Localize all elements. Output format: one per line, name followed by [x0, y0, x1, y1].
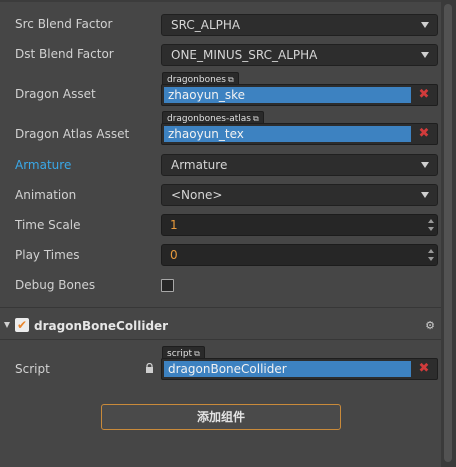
remove-icon[interactable]: ✖	[416, 360, 432, 378]
chevron-down-icon	[421, 162, 429, 168]
script-value: dragonBoneCollider	[164, 361, 411, 377]
dragon-atlas-field[interactable]: zhaoyun_tex ✖	[161, 123, 438, 145]
chevron-down-icon	[421, 52, 429, 58]
armature-label: Armature	[15, 158, 72, 172]
dragon-atlas-label: Dragon Atlas Asset	[15, 127, 130, 141]
add-component-button[interactable]: 添加组件	[101, 404, 341, 430]
animation-value: <None>	[171, 188, 223, 202]
time-scale-label: Time Scale	[15, 218, 81, 232]
lock-icon	[146, 363, 153, 373]
chevron-down-icon	[421, 22, 429, 28]
src-blend-value: SRC_ALPHA	[171, 18, 241, 32]
animation-label: Animation	[15, 188, 77, 202]
dragon-asset-label: Dragon Asset	[15, 87, 96, 101]
time-scale-input[interactable]: 1	[161, 214, 438, 236]
armature-value: Armature	[171, 158, 228, 172]
script-field[interactable]: dragonBoneCollider ✖	[161, 358, 438, 380]
section-divider	[0, 307, 441, 308]
stepper-up-icon[interactable]	[428, 219, 434, 223]
debug-bones-checkbox[interactable]	[161, 279, 174, 292]
remove-icon[interactable]: ✖	[416, 86, 432, 104]
dst-blend-label: Dst Blend Factor	[15, 47, 114, 61]
stepper-down-icon[interactable]	[428, 257, 434, 261]
dst-blend-select[interactable]: ONE_MINUS_SRC_ALPHA	[161, 44, 438, 66]
armature-select[interactable]: Armature	[161, 154, 438, 176]
dst-blend-value: ONE_MINUS_SRC_ALPHA	[171, 48, 318, 62]
script-label: Script	[15, 362, 50, 376]
component-header-divider	[0, 339, 441, 340]
src-blend-label: Src Blend Factor	[15, 17, 113, 31]
play-times-input[interactable]: 0	[161, 244, 438, 266]
dragon-atlas-value: zhaoyun_tex	[164, 126, 411, 142]
src-blend-select[interactable]: SRC_ALPHA	[161, 14, 438, 36]
play-times-value: 0	[170, 248, 178, 262]
scrollbar-thumb[interactable]	[444, 4, 452, 462]
component-enabled-checkbox[interactable]: ✔	[15, 318, 29, 332]
properties-panel: Src Blend Factor SRC_ALPHA Dst Blend Fac…	[0, 0, 441, 467]
stepper-down-icon[interactable]	[428, 227, 434, 231]
component-title: dragonBoneCollider	[34, 319, 169, 333]
play-times-stepper[interactable]	[426, 246, 436, 264]
remove-icon[interactable]: ✖	[416, 125, 432, 143]
play-times-label: Play Times	[15, 248, 80, 262]
chevron-down-icon	[421, 192, 429, 198]
top-divider	[0, 0, 441, 2]
time-scale-value: 1	[170, 218, 178, 232]
time-scale-stepper[interactable]	[426, 216, 436, 234]
dragon-asset-field[interactable]: zhaoyun_ske ✖	[161, 84, 438, 106]
collapse-arrow-icon[interactable]	[4, 322, 10, 328]
animation-select[interactable]: <None>	[161, 184, 438, 206]
stepper-up-icon[interactable]	[428, 249, 434, 253]
gear-icon[interactable]: ⚙	[424, 320, 436, 332]
debug-bones-label: Debug Bones	[15, 278, 96, 292]
dragon-asset-value: zhaoyun_ske	[164, 87, 411, 103]
